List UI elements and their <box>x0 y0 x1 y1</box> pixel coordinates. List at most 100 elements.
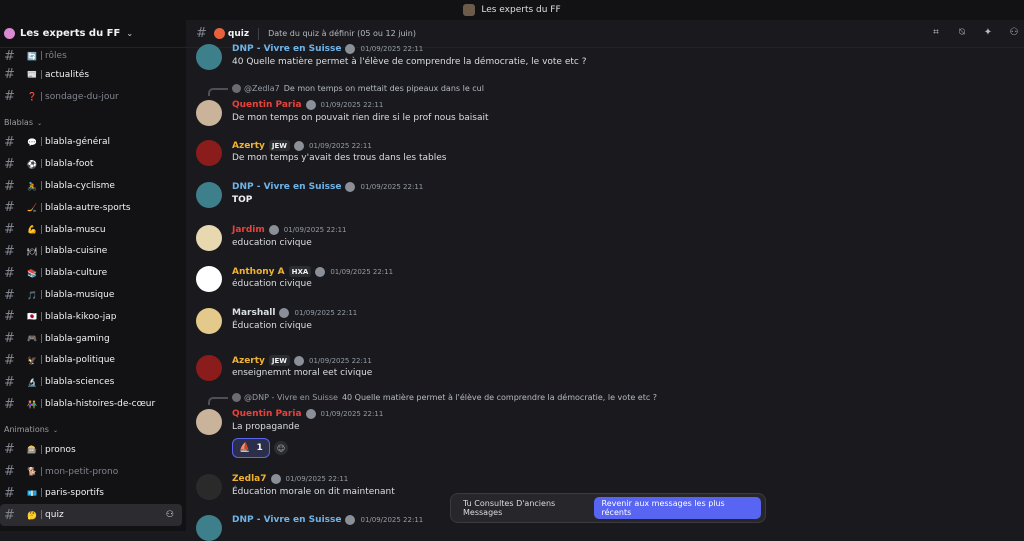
user-avatar[interactable] <box>196 409 222 435</box>
reaction-pill[interactable]: ⛵ 1 <box>232 438 270 458</box>
sidebar-item-mon-petit-prono[interactable]: # 🐕 | mon-petit-prono <box>0 461 182 483</box>
hash-icon: # <box>4 331 15 347</box>
channel-title: quiz <box>227 28 250 39</box>
sidebar-item-blabla-histoires-de-cœur[interactable]: # 👫 | blabla-histoires-de-cœur <box>0 393 182 415</box>
user-avatar[interactable] <box>196 225 222 251</box>
channel-emoji: 📚 <box>27 268 37 278</box>
sidebar-item-blabla-muscu[interactable]: # 💪 | blabla-muscu <box>0 219 182 241</box>
channel-emoji: 🎮 <box>27 334 37 344</box>
user-avatar[interactable] <box>196 44 222 70</box>
sidebar-item-blabla-gaming[interactable]: # 🎮 | blabla-gaming <box>0 328 182 350</box>
author-name[interactable]: Quentin Paria <box>232 100 302 110</box>
channel-label: mon-petit-prono <box>45 466 119 477</box>
channel-emoji: 🦅 <box>27 355 37 365</box>
reply-preview[interactable]: @DNP - Vivre en Suisse 40 Quelle matière … <box>232 393 657 402</box>
user-avatar[interactable] <box>196 182 222 208</box>
author-name[interactable]: Jardim <box>232 225 265 235</box>
role-badge: JEW <box>268 355 291 366</box>
sidebar-item-paris-sportifs[interactable]: # 💶 | paris-sportifs <box>0 483 182 505</box>
author-name[interactable]: Marshall <box>232 308 275 318</box>
mute-bell-icon[interactable]: ⍉ <box>956 26 968 38</box>
app-logo-icon <box>463 4 476 16</box>
author-name[interactable]: Quentin Paria <box>232 409 302 419</box>
header-toolbar: ⌗ ⍉ ✦ ⚇ <box>930 26 1020 38</box>
author-name[interactable]: Azerty <box>232 356 265 366</box>
user-avatar[interactable] <box>196 515 222 541</box>
message-text: éducation civique <box>232 279 312 289</box>
author-name[interactable]: Zedla7 <box>232 474 267 484</box>
hash-icon: # <box>4 67 15 83</box>
channel-emoji: 👫 <box>27 399 37 409</box>
message-text: TOP <box>232 195 253 205</box>
role-icon <box>345 44 356 54</box>
category-blablas[interactable]: Blablas ⌄ <box>0 108 186 132</box>
reply-preview[interactable]: @Zedla7 De mon temps on mettait des pipea… <box>232 84 484 93</box>
blablas-channel-list: # 💬 | blabla-général # ⚽ | blabla-foot # 🚴 | blabla… <box>0 132 186 415</box>
sidebar-item-blabla-cuisine[interactable]: # 🍽 | blabla-cuisine <box>0 241 182 263</box>
hash-icon: # <box>4 243 15 259</box>
author-name[interactable]: DNP - Vivre en Suisse <box>232 182 341 192</box>
channel-label: blabla-musique <box>45 290 115 301</box>
add-reaction-icon[interactable]: ☺ <box>274 441 288 455</box>
channel-topic[interactable]: Date du quiz à définir (05 ou 12 juin) <box>268 29 416 38</box>
sidebar-item-actualites[interactable]: # 📰 | actualités <box>0 64 182 86</box>
user-avatar[interactable] <box>196 140 222 166</box>
role-icon <box>279 308 290 318</box>
chevron-down-icon: ⌄ <box>52 426 58 434</box>
reply-text: 40 Quelle matière permet à l'élève de co… <box>341 393 658 402</box>
author-name[interactable]: Azerty <box>232 141 265 151</box>
timestamp: 01/09/2025 22:11 <box>285 475 349 483</box>
channel-label: blabla-foot <box>45 159 94 170</box>
category-label: Blablas <box>4 117 33 127</box>
sidebar-item-sondage-du-jour[interactable]: # ❓ | sondage-du-jour <box>0 86 182 108</box>
sidebar-item-blabla-politique[interactable]: # 🦅 | blabla-politique <box>0 350 182 372</box>
timestamp: 01/09/2025 22:11 <box>309 356 372 365</box>
sidebar-item-blabla-autre-sports[interactable]: # 🏒 | blabla-autre-sports <box>0 197 182 219</box>
sidebar-item-blabla-sciences[interactable]: # 🔬 | blabla-sciences <box>0 371 182 393</box>
message-header: Zedla7 01/09/2025 22:11 <box>232 474 348 484</box>
sidebar-item-blabla-cyclisme[interactable]: # 🚴 | blabla-cyclisme <box>0 175 182 197</box>
sidebar-item-pronos[interactable]: # 🎰 | pronos <box>0 439 182 461</box>
threads-icon[interactable]: ⌗ <box>930 26 942 38</box>
category-animations[interactable]: Animations ⌄ <box>0 415 186 439</box>
channel-emoji: 🍽 <box>26 246 38 256</box>
server-header[interactable]: Les experts du FF ⌄ <box>0 20 186 48</box>
user-avatar[interactable] <box>196 266 222 292</box>
sidebar-item-blabla-musique[interactable]: # 🎵 | blabla-musique <box>0 284 182 306</box>
sidebar-item-blabla-kikoo-jap[interactable]: # 🇯🇵 | blabla-kikoo-jap <box>0 306 182 328</box>
hash-icon: # <box>4 89 15 105</box>
channel-label: actualités <box>45 69 90 80</box>
sidebar-item-blabla-foot[interactable]: # ⚽ | blabla-foot <box>0 153 182 175</box>
hash-icon: # <box>4 287 15 303</box>
user-avatar[interactable] <box>196 355 222 381</box>
pin-icon[interactable]: ✦ <box>982 26 994 38</box>
message-text: enseignemnt moral eet civique <box>232 368 373 378</box>
hash-icon: # <box>4 178 15 194</box>
invite-member-icon[interactable]: ⚇ <box>166 510 174 520</box>
member-list-icon[interactable]: ⚇ <box>1008 26 1020 38</box>
author-name[interactable]: DNP - Vivre en Suisse <box>232 515 341 525</box>
role-badge: HXA <box>288 266 312 277</box>
sidebar-item-quiz[interactable]: # 🤔 | quiz ⚇ <box>0 504 182 527</box>
author-name[interactable]: DNP - Vivre en Suisse <box>232 44 341 54</box>
author-name[interactable]: Anthony A <box>232 267 285 277</box>
role-icon <box>268 225 279 235</box>
role-icon <box>345 515 356 525</box>
jump-to-present-button[interactable]: Revenir aux messages les plus récents <box>593 497 761 519</box>
hash-icon: # <box>4 134 15 150</box>
hash-icon: # <box>4 396 15 412</box>
hash-icon: # <box>4 507 15 523</box>
user-avatar[interactable] <box>196 100 222 126</box>
user-avatar[interactable] <box>196 474 222 500</box>
channel-emoji: 💪 <box>27 225 37 235</box>
reply-connector <box>208 88 228 96</box>
user-avatar[interactable] <box>196 308 222 334</box>
channel-label: blabla-culture <box>45 268 108 279</box>
sidebar-item-roles[interactable]: # 🔄 | rôles <box>0 48 182 64</box>
chevron-down-icon: ⌄ <box>126 29 134 38</box>
channel-emoji: 🏒 <box>27 203 37 213</box>
sidebar-item-blabla-général[interactable]: # 💬 | blabla-général <box>0 132 182 154</box>
timestamp: 01/09/2025 22:11 <box>320 101 384 109</box>
hash-icon: # <box>4 464 15 480</box>
sidebar-item-blabla-culture[interactable]: # 📚 | blabla-culture <box>0 262 182 284</box>
